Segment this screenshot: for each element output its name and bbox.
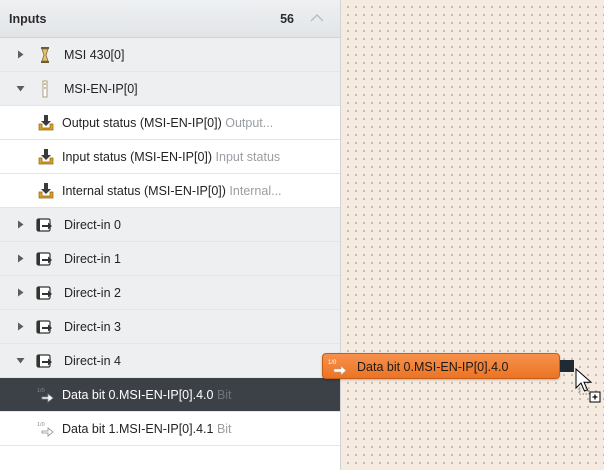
hourglass-icon	[41, 47, 49, 63]
chevron-up-icon[interactable]	[310, 13, 324, 23]
caret-down-icon[interactable]	[16, 84, 25, 93]
tree-item-label: Data bit 0.MSI-EN-IP[0].4.0 Bit	[62, 388, 232, 402]
tree-group-row[interactable]: Direct-in 2	[0, 276, 340, 310]
tree-item-name: Output status (MSI-EN-IP[0])	[62, 116, 222, 130]
input-arrow-icon	[36, 218, 52, 232]
caret-right-icon[interactable]	[16, 288, 25, 297]
tree-item-name: Direct-in 2	[64, 286, 121, 300]
data-bit-icon: 1/0	[37, 388, 54, 403]
svg-text:1/0: 1/0	[328, 360, 337, 366]
download-tray-icon	[38, 149, 54, 165]
tree-item-type: Input status	[215, 150, 281, 164]
tree-item-label: Output status (MSI-EN-IP[0]) Output...	[62, 116, 273, 130]
tree-item-name: MSI-EN-IP[0]	[64, 82, 138, 96]
inputs-panel: Inputs 56 MSI 430[0] MSI-EN-IP[0] Output s…	[0, 0, 341, 470]
svg-text:1/0: 1/0	[37, 422, 45, 428]
tree-group-row[interactable]: Direct-in 1	[0, 242, 340, 276]
tree-item-row[interactable]: 1/0 Data bit 1.MSI-EN-IP[0].4.1 Bit	[0, 412, 340, 446]
tree-group-row[interactable]: Direct-in 3	[0, 310, 340, 344]
tree-group-row[interactable]: MSI-EN-IP[0]	[0, 72, 340, 106]
tree-item-label: Input status (MSI-EN-IP[0]) Input status	[62, 150, 280, 164]
tree-item-name: Direct-in 0	[64, 218, 121, 232]
input-arrow-icon	[36, 320, 52, 334]
tree-item-row[interactable]: 1/0 Data bit 0.MSI-EN-IP[0].4.0 Bit	[0, 378, 340, 412]
tree-item-label: Direct-in 3	[64, 320, 121, 334]
input-arrow-icon	[36, 354, 52, 368]
caret-right-icon[interactable]	[16, 322, 25, 331]
caret-right-icon[interactable]	[16, 50, 25, 59]
tree-item-label: Direct-in 2	[64, 286, 121, 300]
tree-item-type: Bit	[216, 388, 232, 402]
tree-item-type: Internal...	[229, 184, 282, 198]
data-bit-icon: 1/0	[37, 422, 54, 437]
tree-group-row[interactable]: MSI 430[0]	[0, 38, 340, 72]
tree-item-name: Input status (MSI-EN-IP[0])	[62, 150, 213, 164]
tree-item-row[interactable]: Output status (MSI-EN-IP[0]) Output...	[0, 106, 340, 140]
logic-canvas[interactable]	[341, 0, 604, 470]
input-arrow-icon	[36, 252, 52, 266]
tree-item-label: Internal status (MSI-EN-IP[0]) Internal.…	[62, 184, 282, 198]
tree-item-label: MSI-EN-IP[0]	[64, 82, 138, 96]
caret-down-icon[interactable]	[16, 356, 25, 365]
drag-copy-cursor-icon	[575, 368, 601, 403]
tree-item-row[interactable]: Internal status (MSI-EN-IP[0]) Internal.…	[0, 174, 340, 208]
dragged-node[interactable]: 1/0 Data bit 0.MSI-EN-IP[0].4.0	[322, 353, 560, 379]
tree-group-row[interactable]: Direct-in 0	[0, 208, 340, 242]
data-bit-icon: 1/0	[328, 360, 347, 375]
tree-item-name: Data bit 1.MSI-EN-IP[0].4.1	[62, 422, 214, 436]
node-output-port[interactable]	[560, 360, 574, 372]
download-tray-icon	[38, 183, 54, 199]
tree-group-row[interactable]: Direct-in 4	[0, 344, 340, 378]
tree-item-row[interactable]: Input status (MSI-EN-IP[0]) Input status	[0, 140, 340, 174]
tree-item-name: Direct-in 1	[64, 252, 121, 266]
module-icon	[42, 80, 48, 98]
tree-item-label: Data bit 1.MSI-EN-IP[0].4.1 Bit	[62, 422, 232, 436]
input-arrow-icon	[36, 286, 52, 300]
download-tray-icon	[38, 115, 54, 131]
caret-right-icon[interactable]	[16, 254, 25, 263]
svg-text:1/0: 1/0	[37, 388, 45, 394]
tree-item-name: Internal status (MSI-EN-IP[0])	[62, 184, 226, 198]
caret-right-icon[interactable]	[16, 220, 25, 229]
tree-item-label: Direct-in 1	[64, 252, 121, 266]
panel-title: Inputs	[9, 12, 47, 26]
panel-header[interactable]: Inputs 56	[0, 0, 340, 38]
tree-item-name: Direct-in 3	[64, 320, 121, 334]
tree-item-name: MSI 430[0]	[64, 48, 125, 62]
tree-item-name: Direct-in 4	[64, 354, 121, 368]
panel-count: 56	[280, 12, 294, 26]
tree-item-name: Data bit 0.MSI-EN-IP[0].4.0	[62, 388, 214, 402]
tree-item-type: Output...	[225, 116, 274, 130]
tree-item-label: MSI 430[0]	[64, 48, 124, 62]
tree-item-type: Bit	[216, 422, 232, 436]
tree-item-label: Direct-in 0	[64, 218, 121, 232]
tree-item-label: Direct-in 4	[64, 354, 121, 368]
dragged-node-label: Data bit 0.MSI-EN-IP[0].4.0	[357, 360, 509, 374]
